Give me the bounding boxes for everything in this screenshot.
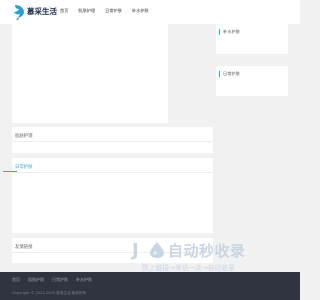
site-header: 慕采生活 首页 肌肤护理 日常护肤 补水护肤 bbox=[0, 0, 300, 24]
section-title: 友情链接 bbox=[15, 245, 33, 250]
footer-links: 首页 肌肤护理 日常护肤 补水护肤 bbox=[12, 277, 100, 283]
watermark-j-glyph: J bbox=[132, 240, 139, 261]
hero-banner[interactable] bbox=[12, 24, 168, 123]
site-logo[interactable]: 慕采生活 bbox=[12, 3, 58, 20]
nav-item-daily-care[interactable]: 日常护肤 bbox=[105, 8, 122, 14]
watermark-subtitle: 致上链接→来访一次→自动收录 bbox=[142, 264, 235, 272]
section-daily-care: 日常护肤 bbox=[12, 158, 213, 233]
nav-item-skin-care[interactable]: 肌肤护理 bbox=[78, 8, 95, 14]
section-skin-care: 肌肤护理 bbox=[12, 127, 213, 153]
section-title[interactable]: 肌肤护理 bbox=[15, 133, 33, 139]
footer-link-home[interactable]: 首页 bbox=[12, 277, 20, 283]
site-logo-text: 慕采生活 bbox=[27, 7, 57, 16]
site-footer: 首页 肌肤护理 日常护肤 补水护肤 Copyright © 2023-2025 … bbox=[0, 272, 300, 300]
nav-item-hydration[interactable]: 补水护肤 bbox=[132, 8, 149, 14]
swallow-bird-icon bbox=[14, 5, 24, 20]
active-tab-underline bbox=[3, 171, 17, 172]
footer-copyright: Copyright © 2023-2025 慕采生活 版权所有 bbox=[12, 291, 87, 295]
sidebar-box-title[interactable]: 补水护肤 bbox=[219, 29, 240, 35]
section-divider bbox=[12, 172, 213, 173]
sidebar-box-hydration: 补水护肤 bbox=[216, 24, 288, 54]
auto-index-watermark[interactable]: J 自动秒收录 致上链接→来访一次→自动收录 bbox=[132, 238, 282, 274]
section-tab-active[interactable]: 日常护肤 bbox=[15, 164, 33, 170]
footer-link-hydration[interactable]: 补水护肤 bbox=[76, 277, 92, 283]
section-divider bbox=[12, 141, 213, 142]
sidebar-box-daily: 日常护肤 bbox=[216, 66, 288, 96]
nav-item-home[interactable]: 首页 bbox=[60, 8, 68, 14]
footer-link-daily-care[interactable]: 日常护肤 bbox=[52, 277, 68, 283]
watermark-title: 自动秒收录 bbox=[168, 242, 246, 260]
water-drop-icon bbox=[150, 242, 164, 258]
sidebar-box-title[interactable]: 日常护肤 bbox=[219, 71, 240, 77]
footer-link-skin-care[interactable]: 肌肤护理 bbox=[28, 277, 44, 283]
main-nav: 首页 肌肤护理 日常护肤 补水护肤 bbox=[60, 8, 159, 14]
